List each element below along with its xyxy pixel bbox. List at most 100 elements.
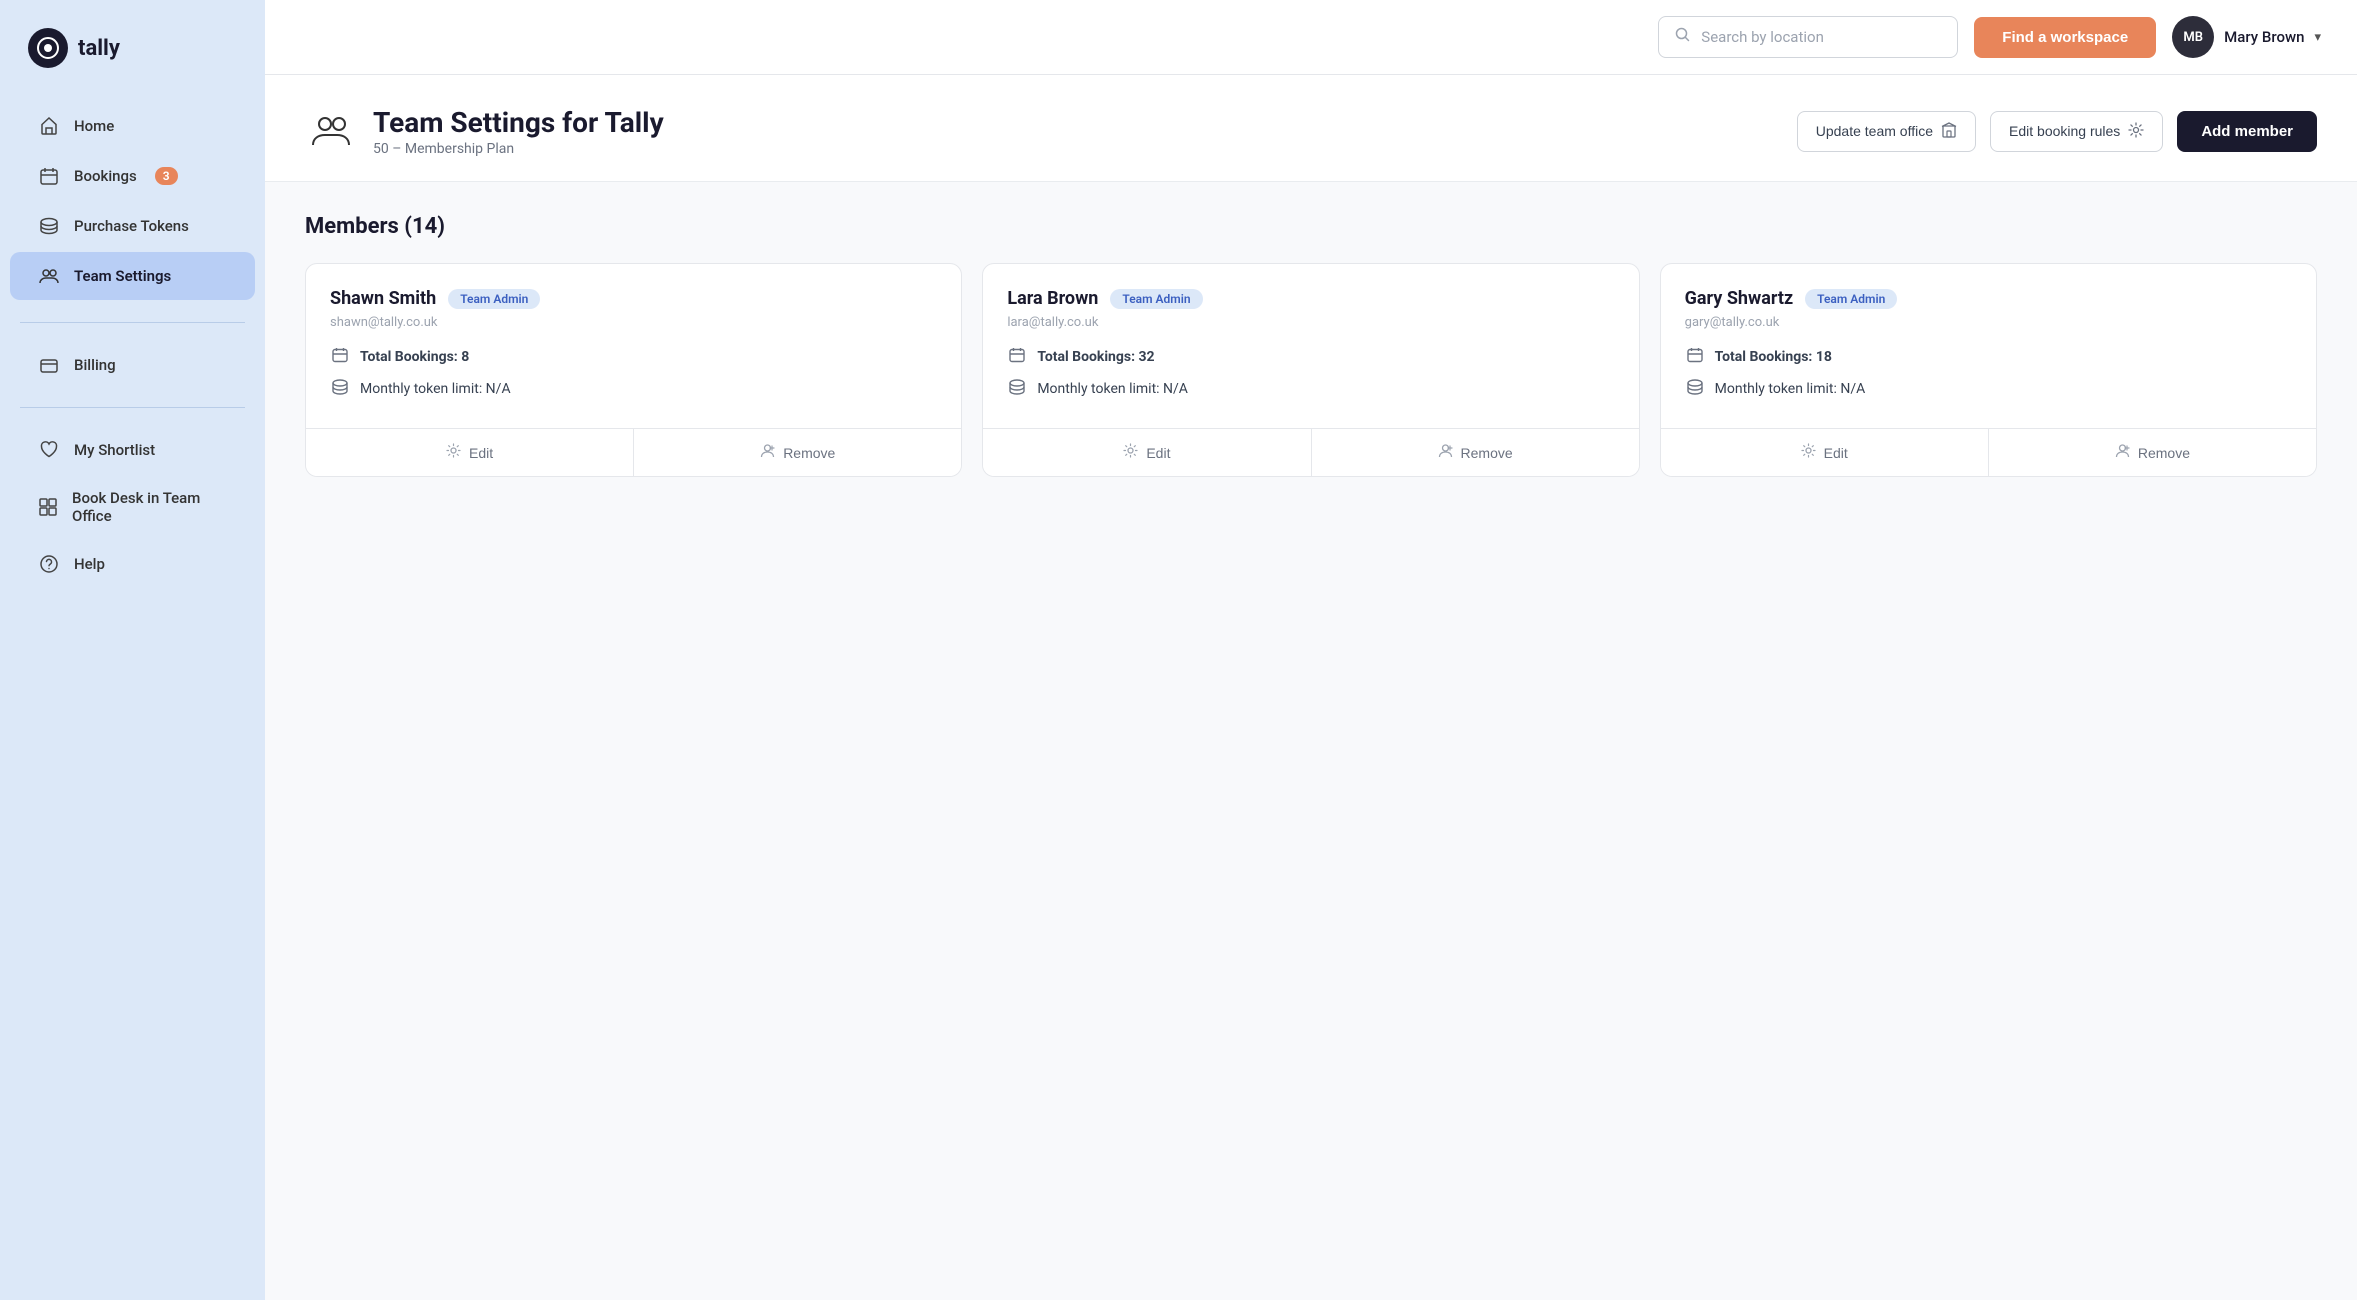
sidebar-item-billing[interactable]: Billing bbox=[10, 341, 255, 389]
sidebar-item-help-label: Help bbox=[74, 555, 105, 573]
member-token-stat: Monthly token limit: N/A bbox=[330, 378, 937, 400]
logo-text: tally bbox=[78, 36, 120, 61]
member-card-body: Gary Shwartz Team Admin gary@tally.co.uk… bbox=[1661, 264, 2316, 428]
add-member-button[interactable]: Add member bbox=[2177, 111, 2317, 152]
page-content: Team Settings for Tally 50 – Membership … bbox=[265, 75, 2357, 1300]
tertiary-nav: My Shortlist Book Desk in Team Office bbox=[0, 420, 265, 594]
user-avatar: MB bbox=[2172, 16, 2214, 58]
member-edit-button[interactable]: Edit bbox=[983, 429, 1311, 476]
remove-label: Remove bbox=[783, 445, 835, 461]
edit-gear-icon bbox=[1801, 443, 1816, 462]
edit-booking-rules-button[interactable]: Edit booking rules bbox=[1990, 111, 2163, 152]
bookings-stat-icon bbox=[330, 346, 350, 368]
member-remove-button[interactable]: Remove bbox=[634, 429, 961, 476]
role-badge: Team Admin bbox=[1110, 289, 1202, 309]
bookings-stat-icon bbox=[1685, 346, 1705, 368]
edit-gear-icon bbox=[1123, 443, 1138, 462]
page-team-icon bbox=[305, 105, 357, 157]
logo-area: tally bbox=[0, 0, 265, 92]
search-icon bbox=[1675, 27, 1691, 47]
billing-icon bbox=[38, 354, 60, 376]
sidebar-item-shortlist-label: My Shortlist bbox=[74, 441, 155, 459]
primary-nav: Home Bookings 3 Purchase Tokens bbox=[0, 92, 265, 310]
member-token-stat: Monthly token limit: N/A bbox=[1685, 378, 2292, 400]
user-menu[interactable]: MB Mary Brown ▾ bbox=[2172, 16, 2321, 58]
member-bookings-stat: Total Bookings: 32 bbox=[1007, 346, 1614, 368]
page-title: Team Settings for Tally bbox=[373, 106, 664, 139]
member-bookings-label: Total Bookings: 8 bbox=[360, 349, 469, 365]
member-email: gary@tally.co.uk bbox=[1685, 315, 2292, 330]
role-badge: Team Admin bbox=[448, 289, 540, 309]
members-section: Members (14) Shawn Smith Team Admin shaw… bbox=[265, 182, 2357, 1300]
building-icon bbox=[1941, 122, 1957, 141]
remove-label: Remove bbox=[2138, 445, 2190, 461]
shortlist-icon bbox=[38, 439, 60, 461]
main-content: Search by location Find a workspace MB M… bbox=[265, 0, 2357, 1300]
sidebar-divider-1 bbox=[20, 322, 245, 323]
page-subtitle: 50 – Membership Plan bbox=[373, 141, 664, 157]
search-placeholder-text: Search by location bbox=[1701, 28, 1824, 46]
edit-label: Edit bbox=[469, 445, 493, 461]
page-title-area: Team Settings for Tally 50 – Membership … bbox=[305, 105, 664, 157]
member-name-row: Gary Shwartz Team Admin bbox=[1685, 288, 2292, 309]
sidebar-item-purchase-tokens[interactable]: Purchase Tokens bbox=[10, 202, 255, 250]
sidebar-item-billing-label: Billing bbox=[74, 356, 116, 374]
sidebar-item-my-shortlist[interactable]: My Shortlist bbox=[10, 426, 255, 474]
member-edit-button[interactable]: Edit bbox=[1661, 429, 1989, 476]
edit-booking-rules-label: Edit booking rules bbox=[2009, 123, 2120, 139]
remove-icon bbox=[1438, 443, 1453, 462]
member-edit-button[interactable]: Edit bbox=[306, 429, 634, 476]
member-card-body: Lara Brown Team Admin lara@tally.co.uk T… bbox=[983, 264, 1638, 428]
edit-gear-icon bbox=[446, 443, 461, 462]
member-bookings-stat: Total Bookings: 18 bbox=[1685, 346, 2292, 368]
sidebar-item-book-desk-label: Book Desk in Team Office bbox=[72, 489, 227, 525]
sidebar: tally Home Bookings 3 bbox=[0, 0, 265, 1300]
sidebar-divider-2 bbox=[20, 407, 245, 408]
token-stat-icon bbox=[330, 378, 350, 400]
sidebar-item-help[interactable]: Help bbox=[10, 540, 255, 588]
sidebar-item-purchase-tokens-label: Purchase Tokens bbox=[74, 217, 189, 235]
bookings-badge: 3 bbox=[155, 167, 178, 185]
members-heading: Members (14) bbox=[305, 214, 2317, 239]
member-card-footer: Edit Remove bbox=[983, 428, 1638, 476]
purchase-tokens-icon bbox=[38, 215, 60, 237]
home-icon bbox=[38, 115, 60, 137]
token-stat-icon bbox=[1007, 378, 1027, 400]
top-header: Search by location Find a workspace MB M… bbox=[265, 0, 2357, 75]
secondary-nav: Billing bbox=[0, 335, 265, 395]
sidebar-item-home[interactable]: Home bbox=[10, 102, 255, 150]
token-stat-icon bbox=[1685, 378, 1705, 400]
find-workspace-button[interactable]: Find a workspace bbox=[1974, 17, 2156, 58]
member-email: shawn@tally.co.uk bbox=[330, 315, 937, 330]
search-box[interactable]: Search by location bbox=[1658, 16, 1958, 58]
member-card: Lara Brown Team Admin lara@tally.co.uk T… bbox=[982, 263, 1639, 477]
member-card-footer: Edit Remove bbox=[306, 428, 961, 476]
page-header: Team Settings for Tally 50 – Membership … bbox=[265, 75, 2357, 182]
user-name: Mary Brown bbox=[2224, 28, 2304, 46]
member-name-row: Lara Brown Team Admin bbox=[1007, 288, 1614, 309]
member-name: Shawn Smith bbox=[330, 288, 436, 309]
update-team-office-button[interactable]: Update team office bbox=[1797, 111, 1976, 152]
sidebar-item-bookings[interactable]: Bookings 3 bbox=[10, 152, 255, 200]
member-card-footer: Edit Remove bbox=[1661, 428, 2316, 476]
remove-label: Remove bbox=[1461, 445, 1513, 461]
member-card-body: Shawn Smith Team Admin shawn@tally.co.uk… bbox=[306, 264, 961, 428]
member-remove-button[interactable]: Remove bbox=[1989, 429, 2316, 476]
member-remove-button[interactable]: Remove bbox=[1312, 429, 1639, 476]
gear-icon bbox=[2128, 122, 2144, 141]
member-bookings-stat: Total Bookings: 8 bbox=[330, 346, 937, 368]
member-card: Shawn Smith Team Admin shawn@tally.co.uk… bbox=[305, 263, 962, 477]
role-badge: Team Admin bbox=[1805, 289, 1897, 309]
member-name-row: Shawn Smith Team Admin bbox=[330, 288, 937, 309]
sidebar-item-team-settings-label: Team Settings bbox=[74, 267, 171, 285]
team-settings-icon bbox=[38, 265, 60, 287]
sidebar-item-bookings-label: Bookings bbox=[74, 167, 137, 185]
member-bookings-label: Total Bookings: 18 bbox=[1715, 349, 1832, 365]
member-bookings-label: Total Bookings: 32 bbox=[1037, 349, 1154, 365]
help-icon bbox=[38, 553, 60, 575]
sidebar-item-team-settings[interactable]: Team Settings bbox=[10, 252, 255, 300]
sidebar-item-home-label: Home bbox=[74, 117, 114, 135]
edit-label: Edit bbox=[1146, 445, 1170, 461]
sidebar-item-book-desk[interactable]: Book Desk in Team Office bbox=[10, 476, 255, 538]
logo-icon bbox=[28, 28, 68, 68]
